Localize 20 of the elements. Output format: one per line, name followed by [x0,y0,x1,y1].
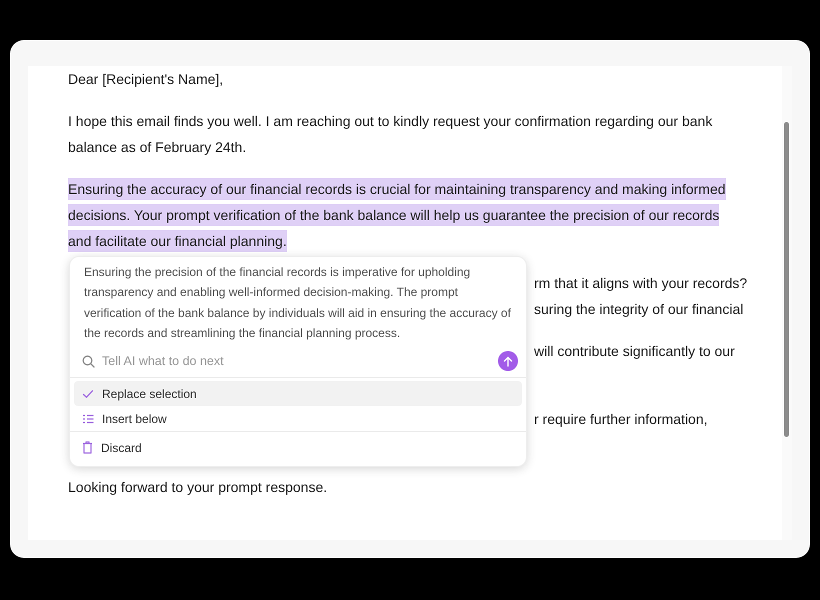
list-icon [82,414,94,424]
paragraph-line: Looking forward to your prompt response. [68,479,328,495]
paragraph-line: balance as of February 24th. [68,139,246,155]
suggestion-text: Ensuring the precision of the financial records is imperative for upholding transparency and enabling well-informed decision-making. The prompt verification of the bank balance by individuals will aid in ensuring the accuracy of the records and streamlining the financial planning process. [83,264,512,342]
paragraph-line: I hope this email finds you well. I am reaching out to kindly request your confirmation regarding our bank [68,113,712,129]
search-icon [82,354,95,368]
paragraph-line: Dear [Recipient's Name], [68,71,224,87]
scrollbar-thumb[interactable] [784,122,789,437]
arrow-up-icon [503,356,513,367]
paragraph-line: rm that it aligns with your records? [534,275,748,291]
paragraph-line: will contribute significantly to our [534,343,735,359]
menu-item[interactable]: Discard [74,435,522,460]
check-icon [82,388,94,399]
paragraph-line: r require further information, [534,411,708,427]
send-button[interactable] [498,351,518,372]
menu-item[interactable]: Insert below [74,406,522,432]
paragraph-line: suring the integrity of our financial [534,301,744,317]
menu-item[interactable]: Replace selection [74,381,522,406]
prompt-field[interactable]: Tell AI what to do next [102,354,491,368]
trash-icon [82,441,93,454]
